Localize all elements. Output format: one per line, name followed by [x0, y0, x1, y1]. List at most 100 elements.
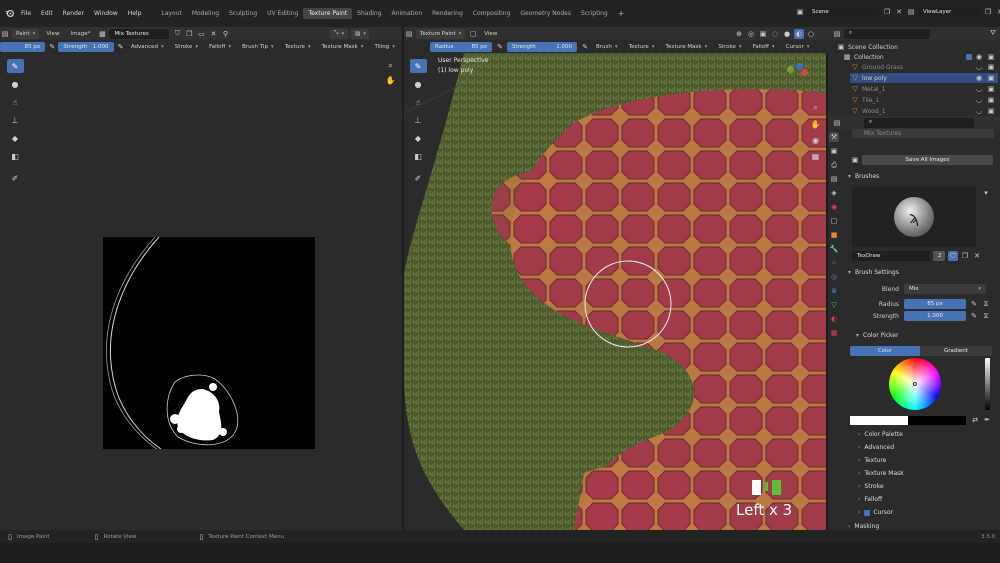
tab-shading[interactable]: Shading	[352, 8, 386, 19]
tab-layout[interactable]: Layout	[156, 8, 186, 19]
vp-zoom-icon[interactable]: ⌕	[807, 101, 824, 115]
brush-users-count[interactable]: 2	[933, 251, 945, 261]
scene-tab-icon[interactable]: ◈	[829, 188, 839, 198]
props-radius-unit-icon[interactable]: ⧖	[981, 299, 991, 309]
camera-icon[interactable]: ▣	[986, 73, 996, 83]
annotate-tool-icon[interactable]: ✐	[7, 171, 24, 185]
primary-color-swatch[interactable]	[850, 415, 908, 425]
scene-selector[interactable]: Scene	[807, 7, 879, 17]
props-radius-field[interactable]: 85 px	[904, 299, 966, 309]
color-wheel-cursor[interactable]	[913, 382, 917, 386]
viewport-mask-toggle-icon[interactable]: ▢	[468, 29, 478, 39]
scene-icon[interactable]: ▣	[795, 7, 805, 17]
menu-render[interactable]: Render	[58, 10, 89, 17]
duplicate-image-icon[interactable]: ❐	[184, 29, 194, 39]
save-all-images-button[interactable]: Save All Images	[862, 155, 993, 165]
outliner-item[interactable]: ▽ Wood_1 ◡ ▣	[850, 106, 998, 116]
collection-checkbox[interactable]	[966, 54, 972, 60]
subpanel-color-palette[interactable]: › Color Palette	[858, 431, 903, 438]
camera-icon[interactable]: ▣	[986, 106, 996, 116]
mask-tool-icon[interactable]: ◧	[7, 149, 24, 163]
gizmo-x-icon[interactable]	[801, 69, 808, 76]
view-layer-icon[interactable]: ▤	[906, 7, 916, 17]
image-editor-area[interactable]: ✎ ● ☝ ⊥ ◆ ◧ ✐ ⌕ ✋	[0, 53, 402, 530]
physics-tab-icon[interactable]: ◎	[829, 272, 839, 282]
viewport-strength-pressure-icon[interactable]: ✎	[580, 42, 590, 52]
brush-unlink-icon[interactable]: ✕	[972, 251, 982, 261]
gizmo-y-icon[interactable]	[787, 66, 794, 73]
subpanel-texture-mask[interactable]: › Texture Mask	[858, 470, 904, 477]
tab-scripting[interactable]: Scripting	[576, 8, 613, 19]
collection-visibility-icon[interactable]: ◉	[974, 52, 984, 62]
object-tab-icon[interactable]: ■	[829, 230, 839, 240]
brush-duplicate-icon[interactable]: ❐	[960, 251, 970, 261]
properties-type-icon[interactable]: ▤	[832, 118, 842, 128]
props-strength-unit-icon[interactable]: ⧖	[981, 311, 991, 321]
viewport-opt-texture-mask[interactable]: Texture Mask	[662, 42, 712, 52]
editor-type-icon[interactable]: ▤	[0, 29, 10, 39]
clone-tool-icon[interactable]: ⊥	[7, 113, 24, 127]
outliner-type-icon[interactable]: ▤	[832, 29, 842, 39]
eye-closed-icon[interactable]: ◡	[974, 95, 984, 105]
shading-rendered-icon[interactable]: ○	[806, 29, 816, 39]
menu-help[interactable]: Help	[123, 10, 147, 17]
value-slider[interactable]	[985, 358, 990, 410]
constraints-tab-icon[interactable]: ⊗	[829, 286, 839, 296]
material-tab-icon[interactable]: ◐	[829, 314, 839, 324]
viewport-opt-cursor[interactable]: Cursor	[782, 42, 814, 52]
viewport-opt-stroke[interactable]: Stroke	[714, 42, 745, 52]
eyedropper-icon[interactable]: ✒	[982, 415, 992, 425]
color-wheel[interactable]	[889, 358, 941, 410]
image-radius-field[interactable]: 85 px	[0, 41, 46, 52]
gizmo-z-icon[interactable]	[796, 63, 803, 70]
strength-pressure-icon[interactable]: ✎	[117, 42, 125, 52]
uv-sync-icon[interactable]: ⤡	[330, 28, 348, 39]
shading-material-icon[interactable]: ◐	[794, 28, 804, 39]
props-strength-pressure-icon[interactable]: ✎	[969, 311, 979, 321]
camera-icon[interactable]: ▣	[986, 84, 996, 94]
vp-mask-tool-icon[interactable]: ◧	[410, 149, 427, 163]
brushes-panel-header[interactable]: ▾ Brushes	[848, 173, 879, 180]
viewport-opt-texture[interactable]: Texture	[625, 42, 659, 52]
viewport-editor-type-icon[interactable]: ▤	[404, 29, 414, 39]
new-scene-icon[interactable]: ❐	[882, 7, 892, 17]
output-tab-icon[interactable]: ⎙	[829, 160, 839, 170]
xray-icon[interactable]: ▣	[758, 29, 768, 39]
image-name-field[interactable]: Mix Textures	[109, 28, 170, 39]
subpanel-advanced[interactable]: › Advanced	[858, 444, 894, 451]
camera-icon[interactable]: ▣	[986, 95, 996, 105]
eye-closed-icon[interactable]: ◡	[974, 62, 984, 72]
collection-render-icon[interactable]: ▣	[986, 52, 996, 62]
image-opt-texture[interactable]: Texture	[281, 42, 315, 52]
image-strength-field[interactable]: Strength 1.000	[58, 41, 114, 52]
delete-scene-icon[interactable]: ✕	[894, 7, 904, 17]
render-tab-icon[interactable]: ▣	[829, 146, 839, 156]
vp-clone-tool-icon[interactable]: ⊥	[410, 113, 427, 127]
brush-name-field[interactable]: TexDraw	[852, 251, 930, 261]
image-view-menu[interactable]: View	[42, 29, 63, 39]
menu-file[interactable]: File	[16, 10, 36, 17]
image-pan-icon[interactable]: ✋	[382, 73, 399, 87]
props-strength-field[interactable]: 1.000	[904, 311, 966, 321]
tab-geometry-nodes[interactable]: Geometry Nodes	[515, 8, 576, 19]
viewport-mode-dropdown[interactable]: Texture Paint	[416, 28, 466, 39]
image-field[interactable]: Mix Textures	[852, 129, 994, 138]
outliner-search[interactable]: ⌕	[844, 28, 930, 39]
fake-user-icon[interactable]: ⛉	[172, 29, 182, 39]
particles-tab-icon[interactable]: ⁘	[829, 258, 839, 268]
image-opt-falloff[interactable]: Falloff	[205, 42, 235, 52]
smear-tool-icon[interactable]: ☝	[7, 95, 24, 109]
viewport-3d[interactable]: User Perspective (1) low poly ✎ ● ☝ ⊥ ◆ …	[404, 53, 826, 530]
soften-tool-icon[interactable]: ●	[7, 77, 24, 91]
eye-closed-icon[interactable]: ◡	[974, 84, 984, 94]
add-workspace-button[interactable]: +	[613, 7, 630, 20]
outliner-scene-collection[interactable]: ▣ Scene Collection	[836, 42, 898, 52]
props-radius-pressure-icon[interactable]: ✎	[969, 299, 979, 309]
subpanel-texture[interactable]: › Texture	[858, 457, 886, 464]
outliner-item[interactable]: ▽ low poly ◉ ▣	[850, 73, 998, 83]
vp-smear-tool-icon[interactable]: ☝	[410, 95, 427, 109]
viewport-strength-field[interactable]: Strength 1.000	[507, 41, 577, 52]
vp-soften-tool-icon[interactable]: ●	[410, 77, 427, 91]
camera-icon[interactable]: ▣	[986, 62, 996, 72]
outliner-item[interactable]: ▽ Tile_1 ◡ ▣	[850, 95, 998, 105]
